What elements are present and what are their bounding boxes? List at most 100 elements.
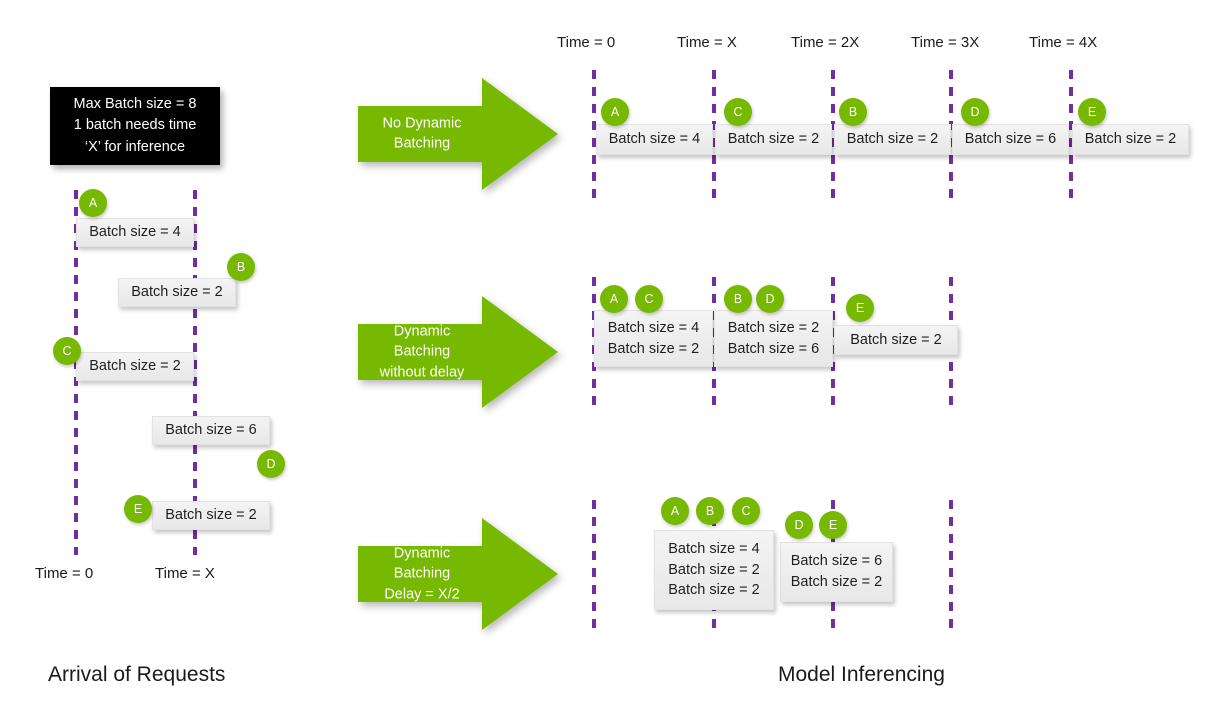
row-3-badge-d-label: D: [794, 518, 804, 532]
right-time-label-0: Time = 0: [557, 34, 616, 51]
row-1-badge-b: B: [839, 98, 867, 126]
row-2-batch-box-2: Batch size = 2 Batch size = 6: [714, 310, 833, 367]
left-time-label-0: Time = 0: [35, 565, 94, 582]
request-badge-d-left-label: D: [266, 457, 276, 471]
right-section-title: Model Inferencing: [778, 663, 945, 686]
row-1-badge-e-label: E: [1087, 105, 1097, 119]
row-1-batch-box-3: Batch size = 2: [834, 124, 951, 155]
diagram-canvas: Max Batch size = 8 1 batch needs time ‘X…: [0, 0, 1213, 720]
row-2-badge-d: D: [756, 285, 784, 313]
arrow-label-row-1-line-1: No Dynamic: [382, 115, 462, 132]
arrow-label-row-2-line-1: Dynamic Batching: [393, 323, 451, 360]
row-3-badge-e: E: [819, 511, 847, 539]
row-2-badge-b-label: B: [733, 292, 743, 306]
row-3-tick-time-0: [592, 500, 596, 630]
request-badge-e-left: E: [124, 495, 152, 523]
row-1-badge-d: D: [961, 98, 989, 126]
row-3-batch-box-1-line-1: Batch size = 4: [668, 541, 760, 558]
arrow-label-row-1: No Dynamic Batching: [366, 114, 478, 155]
row-3-badge-b: B: [696, 497, 724, 525]
arrow-label-row-2: Dynamic Batching without delay: [366, 322, 478, 383]
row-2-badge-a: A: [600, 285, 628, 313]
row-2-batch-box-1: Batch size = 4 Batch size = 2: [594, 310, 713, 367]
row-3-batch-box-1-line-3: Batch size = 2: [668, 582, 760, 599]
row-2-batch-box-3-line-1: Batch size = 2: [850, 331, 942, 348]
left-batch-box-b: Batch size = 2: [118, 278, 236, 307]
row-1-badge-c-label: C: [733, 105, 743, 119]
row-3-badge-e-label: E: [828, 518, 838, 532]
request-badge-b-left: B: [227, 253, 255, 281]
row-3-batch-box-1-line-2: Batch size = 2: [668, 561, 760, 578]
arrow-label-row-2-line-2: without delay: [379, 364, 465, 381]
row-1-batch-box-4: Batch size = 6: [952, 124, 1069, 155]
row-3-batch-box-2: Batch size = 6 Batch size = 2: [780, 542, 893, 602]
row-1-badge-b-label: B: [848, 105, 858, 119]
row-2-badge-d-label: D: [765, 292, 775, 306]
row-3-badge-d: D: [785, 511, 813, 539]
row-1-badge-c: C: [724, 98, 752, 126]
row-3-tick-time-3x: [949, 500, 953, 630]
note-line-2: 1 batch needs time: [73, 117, 197, 134]
row-1-batch-box-1-line-1: Batch size = 4: [608, 131, 701, 148]
row-2-batch-box-3: Batch size = 2: [834, 325, 958, 355]
row-3-badge-c: C: [732, 497, 760, 525]
row-1-arrow-no-dynamic-batching: No Dynamic Batching: [358, 78, 558, 190]
note-line-1: Max Batch size = 8: [73, 96, 197, 113]
row-2-arrow-dynamic-batching-without-delay: Dynamic Batching without delay: [358, 296, 558, 408]
arrow-label-row-3-line-1: Dynamic Batching: [393, 545, 451, 582]
row-1-batch-box-5: Batch size = 2: [1072, 124, 1189, 155]
request-badge-a-left-label: A: [88, 196, 98, 210]
row-2-badge-e-label: E: [855, 301, 865, 315]
request-badge-c-left: C: [53, 337, 81, 365]
max-batch-note-callout: Max Batch size = 8 1 batch needs time ‘X…: [50, 87, 220, 165]
row-2-badge-b: B: [724, 285, 752, 313]
right-time-label-4x: Time = 4X: [1029, 34, 1098, 51]
row-3-arrow-dynamic-batching-delay: Dynamic Batching Delay = X/2: [358, 518, 558, 630]
row-3-batch-box-2-line-2: Batch size = 2: [790, 574, 883, 590]
arrow-label-row-3-line-2: Delay = X/2: [384, 586, 460, 603]
left-time-label-x: Time = X: [155, 565, 215, 582]
left-batch-box-a: Batch size = 4: [76, 218, 194, 247]
row-2-batch-box-2-line-1: Batch size = 2: [727, 319, 820, 336]
left-batch-label-d: Batch size = 6: [165, 422, 257, 439]
left-batch-box-d: Batch size = 6: [152, 416, 270, 445]
row-2-batch-box-2-line-2: Batch size = 6: [727, 340, 820, 357]
right-time-label-x: Time = X: [677, 34, 737, 51]
left-batch-label-c: Batch size = 2: [89, 358, 181, 375]
row-3-batch-box-2-line-1: Batch size = 6: [790, 553, 883, 570]
right-time-label-3x: Time = 3X: [911, 34, 980, 51]
row-3-badge-a-label: A: [670, 504, 680, 518]
row-3-badge-c-label: C: [741, 504, 751, 518]
request-badge-a-left: A: [79, 189, 107, 217]
row-3-badge-a: A: [661, 497, 689, 525]
request-badge-c-left-label: C: [62, 344, 72, 358]
left-batch-label-a: Batch size = 4: [89, 224, 181, 241]
left-batch-box-e: Batch size = 2: [152, 501, 270, 530]
row-2-batch-box-1-line-2: Batch size = 2: [607, 340, 700, 357]
note-line-3: ‘X’ for inference: [84, 138, 186, 155]
row-1-badge-a: A: [601, 98, 629, 126]
arrow-label-row-3: Dynamic Batching Delay = X/2: [366, 544, 478, 605]
row-2-badge-a-label: A: [609, 292, 619, 306]
row-3-batch-box-1: Batch size = 4 Batch size = 2 Batch size…: [654, 530, 774, 610]
left-section-title: Arrival of Requests: [48, 663, 226, 686]
row-1-batch-box-3-line-1: Batch size = 2: [846, 131, 939, 148]
left-batch-box-c: Batch size = 2: [76, 352, 194, 381]
row-2-badge-c: C: [635, 285, 663, 313]
row-2-badge-e: E: [846, 294, 874, 322]
row-1-batch-box-2: Batch size = 2: [715, 124, 832, 155]
row-1-batch-box-1: Batch size = 4: [596, 124, 713, 155]
row-1-badge-d-label: D: [970, 105, 980, 119]
row-1-badge-a-label: A: [610, 105, 620, 119]
row-1-badge-e: E: [1078, 98, 1106, 126]
row-3-badge-b-label: B: [705, 504, 715, 518]
left-batch-label-e: Batch size = 2: [165, 507, 257, 524]
row-2-badge-c-label: C: [644, 292, 654, 306]
row-2-batch-box-1-line-1: Batch size = 4: [607, 319, 700, 336]
request-badge-e-left-label: E: [133, 502, 143, 516]
request-badge-d-left: D: [257, 450, 285, 478]
right-time-label-2x: Time = 2X: [791, 34, 860, 51]
left-batch-label-b: Batch size = 2: [131, 284, 223, 301]
row-1-batch-box-5-line-1: Batch size = 2: [1084, 131, 1177, 148]
request-badge-b-left-label: B: [236, 260, 246, 274]
